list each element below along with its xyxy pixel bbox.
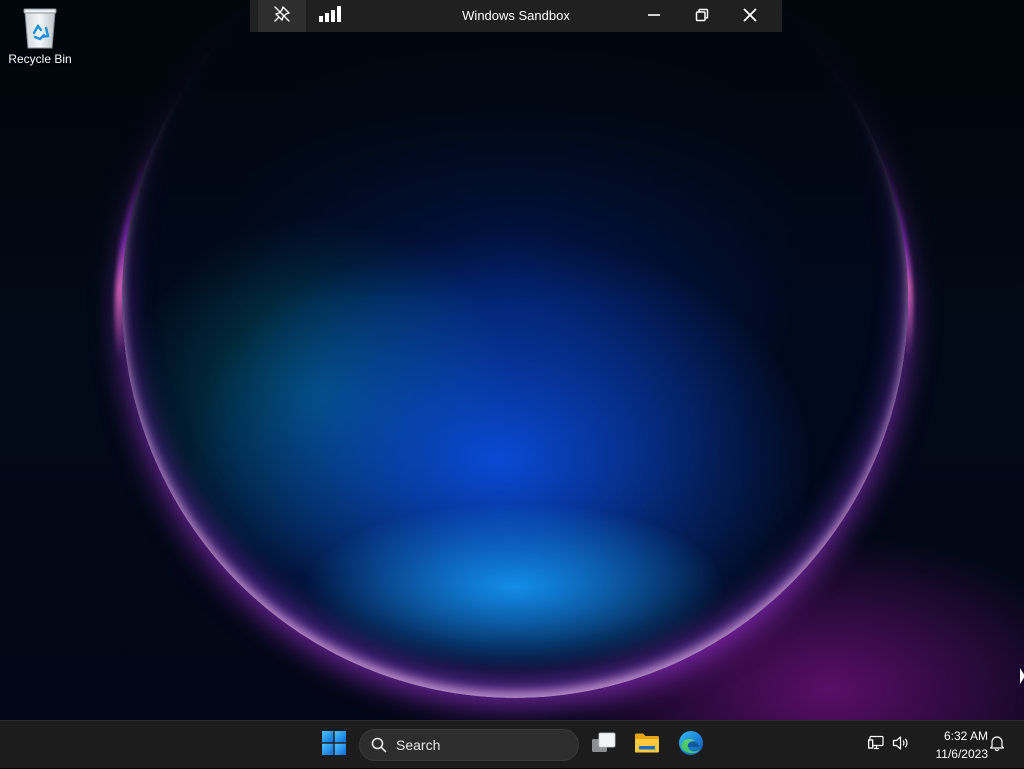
minimize-icon <box>647 7 661 26</box>
close-button[interactable] <box>726 0 774 32</box>
sandbox-title-bar[interactable]: Windows Sandbox <box>250 0 782 32</box>
desktop-icon-recycle-bin[interactable]: Recycle Bin <box>4 6 76 76</box>
edge-icon <box>678 730 704 760</box>
pin-icon <box>273 5 291 27</box>
clock-date: 11/6/2023 <box>935 747 989 761</box>
network-button[interactable] <box>866 721 888 769</box>
network-icon <box>868 735 886 755</box>
search-placeholder: Search <box>396 737 441 753</box>
windows-logo-icon <box>322 731 346 759</box>
search-icon <box>371 737 387 753</box>
notifications-button[interactable] <box>986 721 1008 769</box>
minimize-button[interactable] <box>630 0 678 32</box>
start-button[interactable] <box>312 721 356 769</box>
wallpaper-fade <box>0 0 1024 300</box>
file-explorer-button[interactable] <box>625 721 669 769</box>
close-icon <box>743 7 757 26</box>
taskbar-search-box[interactable]: Search <box>359 729 579 761</box>
bell-icon <box>989 735 1005 755</box>
clock-time: 6:32 AM <box>943 729 988 743</box>
folder-icon <box>634 732 660 758</box>
desktop-wallpaper[interactable] <box>0 0 1024 720</box>
window-title: Windows Sandbox <box>462 8 570 23</box>
task-view-icon <box>591 732 617 758</box>
connection-button[interactable] <box>306 0 354 32</box>
taskbar: Search 6:32 AM 11/6/2023 <box>0 720 1024 768</box>
restore-button[interactable] <box>678 0 726 32</box>
connection-strength-icon <box>319 6 341 26</box>
recycle-bin-icon <box>20 6 60 50</box>
task-view-button[interactable] <box>582 721 626 769</box>
pin-button[interactable] <box>258 0 306 32</box>
edge-button[interactable] <box>669 721 713 769</box>
mouse-cursor <box>1020 668 1024 684</box>
volume-icon <box>892 735 910 755</box>
desktop-icon-label: Recycle Bin <box>8 52 72 66</box>
clock[interactable]: 6:32 AM 11/6/2023 <box>918 727 989 763</box>
restore-icon <box>695 7 709 26</box>
volume-button[interactable] <box>890 721 912 769</box>
